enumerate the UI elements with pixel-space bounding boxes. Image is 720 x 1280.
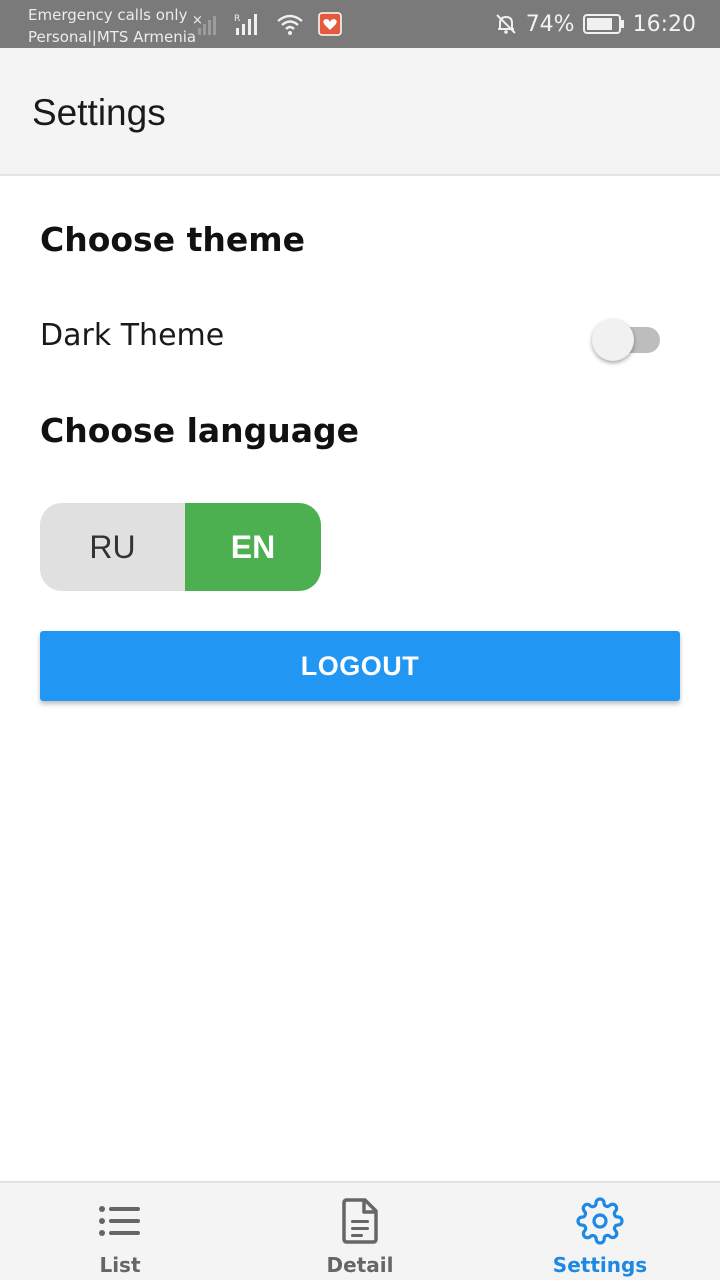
wifi-icon [277, 14, 303, 35]
list-icon [96, 1197, 144, 1245]
carrier-info: Emergency calls only Personal|MTS Armeni… [28, 4, 196, 48]
nav-label-settings: Settings [552, 1253, 648, 1277]
clock: 16:20 [632, 11, 696, 37]
choose-language-heading: Choose language [40, 411, 360, 450]
signal-roaming-icon: R [234, 14, 257, 35]
status-bar: Emergency calls only Personal|MTS Armeni… [0, 0, 720, 48]
nav-label-detail: Detail [326, 1253, 394, 1277]
bell-off-icon [495, 14, 516, 34]
document-icon [336, 1197, 384, 1245]
no-signal-icon: × [192, 13, 216, 35]
status-icons: × R [192, 10, 342, 38]
nav-label-list: List [99, 1253, 141, 1277]
bottom-navigation: List Detail Settings [0, 1181, 720, 1280]
carrier-line-2: Personal|MTS Armenia [28, 28, 197, 46]
nav-item-settings[interactable]: Settings [480, 1183, 720, 1280]
carrier-line-1: Emergency calls only [28, 6, 188, 24]
language-toggle: RU EN [40, 503, 321, 591]
nav-item-detail[interactable]: Detail [240, 1183, 480, 1280]
logout-button[interactable]: LOGOUT [40, 631, 680, 701]
language-option-ru[interactable]: RU [40, 503, 185, 591]
svg-text:R: R [234, 14, 240, 24]
gear-icon [576, 1197, 624, 1245]
dark-theme-switch[interactable] [592, 318, 662, 362]
nav-item-list[interactable]: List [0, 1183, 240, 1280]
page-title: Settings [32, 92, 166, 133]
switch-thumb [592, 319, 634, 361]
status-right: 74% 16:20 [494, 0, 696, 48]
svg-text:×: × [192, 13, 203, 28]
dark-theme-label: Dark Theme [40, 318, 225, 353]
battery-percent: 74% [525, 11, 575, 37]
app-bar: Settings [0, 48, 720, 176]
language-option-en[interactable]: EN [185, 503, 321, 591]
battery-icon [582, 14, 624, 34]
app-notification-icon [318, 12, 342, 36]
choose-theme-heading: Choose theme [40, 220, 305, 259]
